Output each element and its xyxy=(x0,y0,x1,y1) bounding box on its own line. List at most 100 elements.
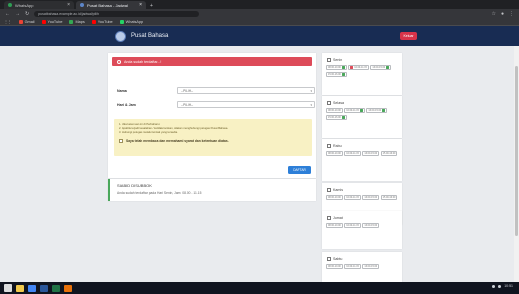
reload-icon[interactable]: ↻ xyxy=(25,11,29,17)
schedule-card-saturday: Sabtu 08.00-10.00 10.00-11.15 13.00-15.0… xyxy=(322,252,402,282)
slot-time: 10.00-11.15 xyxy=(346,265,359,268)
schedule-card-monday: Senin 08.00-10.00 10.00-11.15 13.00-15.0… xyxy=(322,53,402,95)
info-text: Anda sudah terdaftar pada Hari Senin, Ja… xyxy=(117,191,202,195)
agree-checkbox[interactable] xyxy=(119,139,123,143)
slot-time: 13.00-15.00 xyxy=(364,196,378,199)
menu-icon[interactable]: ⋮ xyxy=(509,11,514,17)
address-bar[interactable]: pusatbahasa.example.ac.id/jadwal/pilih xyxy=(34,10,200,17)
browser-tab-whatsapp[interactable]: WhatsApp × xyxy=(4,1,74,9)
excel-icon[interactable] xyxy=(52,284,60,292)
word-icon[interactable] xyxy=(40,284,48,292)
time-slot[interactable]: 10.00-11.15 xyxy=(348,65,369,70)
time-slot[interactable]: 13.00-15.00 xyxy=(362,223,380,228)
select-value: --PILIH-- xyxy=(181,102,194,107)
tab-title: WhatsApp xyxy=(15,2,34,8)
apps-icon[interactable]: ⋮⋮ xyxy=(4,19,12,24)
time-slot[interactable]: 08.00-10.00 xyxy=(326,151,343,156)
slot-time: 13.00-15.00 xyxy=(372,66,386,69)
time-slot[interactable]: 08.00-10.00 xyxy=(326,65,347,70)
agree-checkbox-row[interactable]: Saya telah membaca dan memahami syarat d… xyxy=(119,139,307,143)
profile-icon[interactable]: ● xyxy=(501,11,504,17)
schedule-card-wednesday: Rabu 08.00-10.00 10.00-11.15 13.00-15.00… xyxy=(322,139,402,181)
forward-icon[interactable]: → xyxy=(15,11,20,17)
close-tab-icon[interactable]: × xyxy=(67,2,70,8)
note-line: 3. Hubungi petugas melalui kontak yang t… xyxy=(119,131,178,134)
page-scrollbar[interactable] xyxy=(514,46,519,282)
registration-info-card: SIABID DISUBBOK Anda sudah terdaftar pad… xyxy=(108,179,316,201)
day-label: Senin xyxy=(333,58,343,62)
youtube-icon xyxy=(91,19,96,24)
browser-tab-active[interactable]: Pusat Bahasa - Jadwal × xyxy=(76,1,146,9)
terms-notice: 1. Jika ketemuan ini di Perbaharui. 2. A… xyxy=(114,119,312,156)
time-slot[interactable]: 10.00-11.15 xyxy=(344,223,361,228)
network-icon[interactable] xyxy=(492,284,496,288)
time-slot[interactable]: 08.00-10.00 xyxy=(326,108,343,113)
time-slot[interactable]: 15.00-16.00 xyxy=(380,151,398,156)
slot-time: 10.00-11.15 xyxy=(346,196,359,199)
time-slot[interactable]: 13.00-15.00 xyxy=(362,195,380,200)
schedule-select[interactable]: --PILIH-- ▾ xyxy=(177,101,315,108)
slot-time: 08.00-10.00 xyxy=(328,109,341,112)
day-heading: Sabtu xyxy=(327,257,342,261)
schedule-card-friday: Jumat 08.00-10.00 10.00-11.15 13.00-15.0… xyxy=(322,211,402,249)
bookmark-item[interactable]: Maps xyxy=(69,19,85,24)
slot-time: 15.00-16.00 xyxy=(382,152,396,155)
back-icon[interactable]: ← xyxy=(5,11,10,17)
slot-time: 15.00-16.00 xyxy=(382,196,396,199)
day-heading: Selasa xyxy=(327,101,344,105)
name-select[interactable]: --PILIH-- ▾ xyxy=(177,87,315,94)
scrollbar-thumb[interactable] xyxy=(515,66,518,236)
logout-button[interactable]: Keluar xyxy=(400,32,417,40)
time-slot[interactable]: 13.00-15.00 xyxy=(362,264,380,269)
time-slot[interactable]: 08.00-10.00 xyxy=(326,264,343,269)
time-slot[interactable]: 13.00-15.00 xyxy=(370,65,392,70)
calendar-icon xyxy=(327,58,331,62)
chevron-down-icon: ▾ xyxy=(310,88,312,93)
slot-time: 13.00-15.00 xyxy=(364,265,378,268)
slot-time: 08.00-10.00 xyxy=(328,196,341,199)
volume-icon[interactable] xyxy=(498,284,502,288)
time-slot[interactable]: 10.00-11.15 xyxy=(344,264,361,269)
clock[interactable]: 10:51 xyxy=(504,284,513,288)
site-navbar: Pusat Bahasa Keluar xyxy=(0,26,519,46)
bookmark-item[interactable]: YouTube xyxy=(41,19,62,24)
tab-title: Pusat Bahasa - Jadwal xyxy=(87,2,128,8)
day-heading: Rabu xyxy=(327,144,342,148)
time-slot[interactable]: 15.00-16.00 xyxy=(326,114,347,120)
file-explorer-icon[interactable] xyxy=(16,284,24,292)
day-label: Selasa xyxy=(333,101,344,105)
slot-time: 10.00-11.15 xyxy=(346,152,359,155)
time-slot[interactable]: 10.00-11.15 xyxy=(344,195,361,200)
submit-button[interactable]: DAFTAR xyxy=(288,166,311,174)
slot-status-marker xyxy=(341,66,345,69)
time-slot[interactable]: 10.00-11.15 xyxy=(344,151,361,156)
windows-start-icon[interactable] xyxy=(4,284,12,292)
slot-status-marker xyxy=(359,109,363,112)
chrome-icon[interactable] xyxy=(28,284,36,292)
time-slot[interactable]: 10.00-11.15 xyxy=(344,108,365,113)
bookmarks-bar: ⋮⋮ Gmail YouTube Maps YouTube WhatsApp xyxy=(0,18,519,26)
bookmark-item[interactable]: WhatsApp xyxy=(119,19,143,24)
time-slot[interactable]: 13.00-15.00 xyxy=(366,108,388,113)
bookmark-label: YouTube xyxy=(97,19,113,24)
bookmark-item[interactable]: Gmail xyxy=(18,19,35,24)
calendar-icon xyxy=(327,101,331,105)
day-heading: Kamis xyxy=(327,188,343,192)
windows-taskbar: 10:51 xyxy=(0,282,519,294)
time-slot[interactable]: 13.00-15.00 xyxy=(362,151,380,156)
youtube-icon xyxy=(41,19,46,24)
page-content: Anda sudah terdaftar...! Nama --PILIH-- … xyxy=(0,46,519,282)
site-title: Pusat Bahasa xyxy=(131,33,169,39)
time-slot[interactable]: 08.00-10.00 xyxy=(326,223,343,228)
slot-time: 15.00-16.00 xyxy=(328,115,341,119)
time-slot[interactable]: 08.00-10.00 xyxy=(326,195,343,200)
time-slot[interactable]: 15.00-16.00 xyxy=(326,71,347,77)
star-icon[interactable]: ☆ xyxy=(491,11,495,17)
media-icon[interactable] xyxy=(64,284,72,292)
select-value: --PILIH-- xyxy=(181,88,194,93)
registration-card: Anda sudah terdaftar...! Nama --PILIH-- … xyxy=(108,53,316,178)
close-tab-icon[interactable]: × xyxy=(139,2,142,8)
time-slot[interactable]: 15.00-16.00 xyxy=(380,195,398,200)
new-tab-icon[interactable]: + xyxy=(150,3,153,9)
bookmark-item[interactable]: YouTube xyxy=(91,19,113,24)
